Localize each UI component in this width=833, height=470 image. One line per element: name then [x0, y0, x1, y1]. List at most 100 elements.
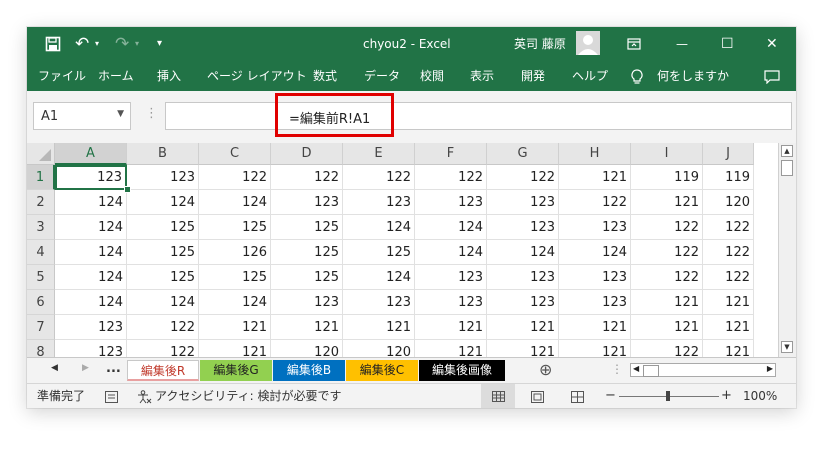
zoom-out-icon[interactable]: − [605, 384, 616, 408]
cell-b4[interactable]: 125 [127, 240, 199, 265]
cell-a2[interactable]: 124 [55, 190, 127, 215]
cell-d2[interactable]: 123 [271, 190, 343, 215]
column-header-b[interactable]: B [127, 143, 199, 165]
page-break-view-icon[interactable] [571, 384, 584, 408]
scroll-up-icon[interactable]: ▲ [781, 145, 793, 157]
cell-a5[interactable]: 124 [55, 265, 127, 290]
cell-c1[interactable]: 122 [199, 165, 271, 190]
row-header-4[interactable]: 4 [27, 240, 55, 265]
cell-b3[interactable]: 125 [127, 215, 199, 240]
scroll-thumb[interactable] [643, 365, 659, 377]
column-header-d[interactable]: D [271, 143, 343, 165]
maximize-button[interactable]: ☐ [721, 27, 734, 61]
select-all-button[interactable] [27, 143, 55, 165]
row-header-7[interactable]: 7 [27, 315, 55, 340]
cell-h5[interactable]: 123 [559, 265, 631, 290]
horizontal-scrollbar[interactable]: ◀ ▶ [630, 363, 776, 377]
cell-d6[interactable]: 123 [271, 290, 343, 315]
vertical-scrollbar[interactable]: ▲ ▼ [778, 143, 796, 357]
row-header-6[interactable]: 6 [27, 290, 55, 315]
zoom-level[interactable]: 100% [743, 384, 777, 408]
row-header-2[interactable]: 2 [27, 190, 55, 215]
cell-g7[interactable]: 121 [487, 315, 559, 340]
cell-j6[interactable]: 121 [703, 290, 754, 315]
cell-i1[interactable]: 119 [631, 165, 703, 190]
accessibility-status[interactable]: アクセシビリティ: 検討が必要です [155, 384, 342, 408]
tab-formulas[interactable]: 数式 [313, 61, 337, 91]
cell-g5[interactable]: 123 [487, 265, 559, 290]
cell-h7[interactable]: 121 [559, 315, 631, 340]
cell-f1[interactable]: 122 [415, 165, 487, 190]
sheet-tab-5[interactable]: 編集後画像 [419, 360, 505, 381]
next-sheet-icon[interactable]: ▶ [82, 363, 89, 373]
redo-dropdown-icon[interactable]: ▾ [135, 27, 139, 61]
cell-c3[interactable]: 125 [199, 215, 271, 240]
fill-handle[interactable] [124, 186, 131, 193]
cell-g1[interactable]: 122 [487, 165, 559, 190]
redo-icon[interactable]: ↷ [115, 27, 129, 61]
cell-c4[interactable]: 126 [199, 240, 271, 265]
cell-g6[interactable]: 123 [487, 290, 559, 315]
cell-h3[interactable]: 123 [559, 215, 631, 240]
tab-page-layout[interactable]: ページ レイアウト [207, 61, 307, 91]
cell-c7[interactable]: 121 [199, 315, 271, 340]
accessibility-icon[interactable] [137, 384, 153, 408]
cell-h6[interactable]: 123 [559, 290, 631, 315]
sheet-tab-2[interactable]: 編集後G [200, 360, 272, 381]
cell-f7[interactable]: 121 [415, 315, 487, 340]
row-header-1[interactable]: 1 [27, 165, 55, 190]
cell-i7[interactable]: 121 [631, 315, 703, 340]
cell-b1[interactable]: 123 [127, 165, 199, 190]
column-header-h[interactable]: H [559, 143, 631, 165]
cell-a4[interactable]: 124 [55, 240, 127, 265]
column-header-j[interactable]: J [703, 143, 754, 165]
tab-help[interactable]: ヘルプ [572, 61, 608, 91]
column-header-c[interactable]: C [199, 143, 271, 165]
cell-e4[interactable]: 125 [343, 240, 415, 265]
cell-i5[interactable]: 122 [631, 265, 703, 290]
splitter-dots-icon[interactable]: ⋮ [611, 362, 623, 376]
zoom-slider[interactable] [619, 384, 719, 408]
cell-b7[interactable]: 122 [127, 315, 199, 340]
cell-g3[interactable]: 123 [487, 215, 559, 240]
cell-d5[interactable]: 125 [271, 265, 343, 290]
cell-a3[interactable]: 124 [55, 215, 127, 240]
cell-d4[interactable]: 125 [271, 240, 343, 265]
tab-view[interactable]: 表示 [470, 61, 494, 91]
more-sheets[interactable]: ... [106, 361, 121, 376]
row-header-3[interactable]: 3 [27, 215, 55, 240]
cell-b5[interactable]: 125 [127, 265, 199, 290]
tab-insert[interactable]: 挿入 [157, 61, 181, 91]
save-icon[interactable] [45, 27, 61, 61]
cell-h4[interactable]: 124 [559, 240, 631, 265]
undo-dropdown-icon[interactable]: ▾ [95, 27, 99, 61]
cell-b2[interactable]: 124 [127, 190, 199, 215]
cell-j3[interactable]: 122 [703, 215, 754, 240]
cell-h1[interactable]: 121 [559, 165, 631, 190]
cell-e1[interactable]: 122 [343, 165, 415, 190]
column-header-a[interactable]: A [55, 143, 127, 165]
cell-j5[interactable]: 122 [703, 265, 754, 290]
cell-c2[interactable]: 124 [199, 190, 271, 215]
column-header-f[interactable]: F [415, 143, 487, 165]
cell-j7[interactable]: 121 [703, 315, 754, 340]
cell-i2[interactable]: 121 [631, 190, 703, 215]
cell-i6[interactable]: 121 [631, 290, 703, 315]
splitter-dots-icon[interactable]: ⋮ [145, 106, 158, 121]
scroll-down-icon[interactable]: ▼ [781, 341, 793, 353]
cell-f2[interactable]: 123 [415, 190, 487, 215]
undo-icon[interactable]: ↶ [75, 27, 89, 61]
tab-file[interactable]: ファイル [38, 61, 86, 91]
cell-a6[interactable]: 124 [55, 290, 127, 315]
cell-j2[interactable]: 120 [703, 190, 754, 215]
zoom-in-icon[interactable]: + [721, 384, 732, 408]
cell-e2[interactable]: 123 [343, 190, 415, 215]
cell-f3[interactable]: 124 [415, 215, 487, 240]
worksheet-grid[interactable]: ABCDEFGHIJ 1 123 123 122 122 122 122 122 121 119 1… [27, 143, 796, 365]
tab-developer[interactable]: 開発 [521, 61, 545, 91]
chevron-down-icon[interactable]: ▼ [117, 109, 124, 119]
add-sheet-icon[interactable]: ⊕ [539, 360, 552, 379]
tab-home[interactable]: ホーム [98, 61, 134, 91]
sheet-tab-4[interactable]: 編集後C [346, 360, 418, 381]
scroll-thumb[interactable] [781, 160, 793, 176]
